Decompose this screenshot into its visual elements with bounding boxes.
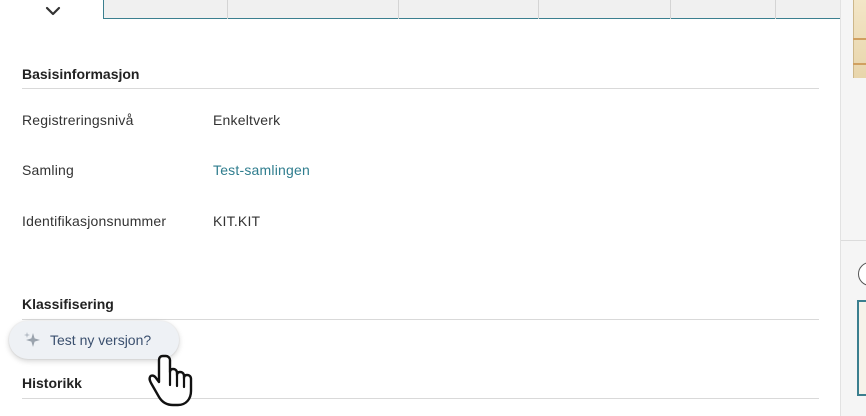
section-divider: [22, 88, 819, 89]
thumbnail-detail: [853, 38, 866, 40]
section-divider: [22, 398, 819, 399]
section-title-basic-info: Basisinformasjon: [22, 66, 140, 82]
side-panel: [841, 0, 866, 416]
tab-divider: [670, 0, 671, 19]
chevron-down-icon[interactable]: [44, 4, 62, 18]
field-label-registration-level: Registreringsnivå: [22, 112, 134, 128]
section-title-classification: Klassifisering: [22, 296, 114, 312]
sparkle-icon: [24, 332, 40, 347]
tab-bar: [103, 0, 840, 19]
tab-divider: [538, 0, 539, 19]
field-value-identifier: KIT.KIT: [213, 213, 261, 229]
field-label-identifier: Identifikasjonsnummer: [22, 213, 167, 229]
section-title-history: Historikk: [22, 375, 82, 391]
side-panel-separator: [841, 240, 866, 241]
round-button[interactable]: [858, 262, 866, 286]
tab-strip: [0, 0, 840, 20]
hand-pointer-icon: [148, 354, 193, 407]
field-value-registration-level: Enkeltverk: [213, 112, 281, 128]
tab-divider: [227, 0, 228, 19]
try-new-version-label: Test ny versjon?: [50, 332, 152, 348]
thumbnail-detail: [853, 63, 866, 65]
collection-link[interactable]: Test-samlingen: [213, 162, 310, 178]
tab-divider: [398, 0, 399, 19]
section-divider: [22, 319, 819, 320]
selected-thumbnail[interactable]: [857, 300, 866, 396]
field-label-collection: Samling: [22, 162, 74, 178]
tab-divider: [775, 0, 776, 19]
